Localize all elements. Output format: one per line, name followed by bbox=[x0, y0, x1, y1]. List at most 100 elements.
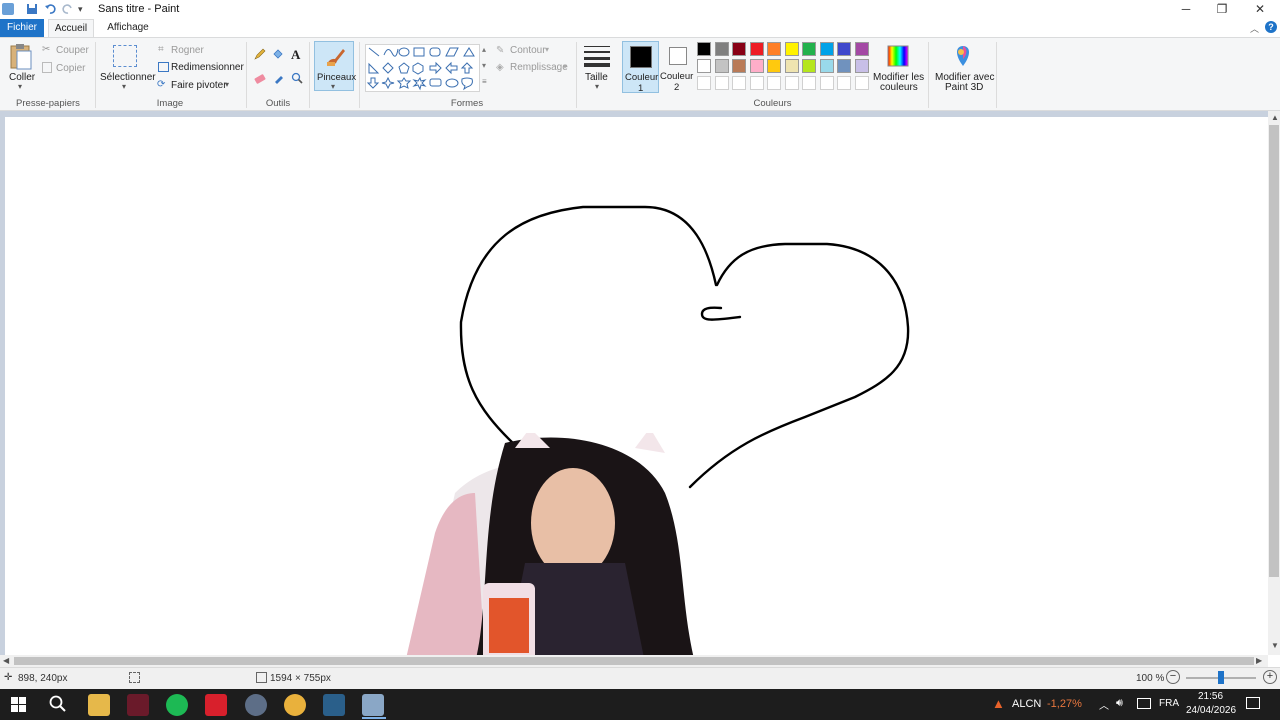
chrome-icon[interactable] bbox=[284, 694, 306, 716]
paint3d-label-2[interactable]: Paint 3D bbox=[945, 82, 983, 93]
clock-date[interactable]: 24/04/2026 bbox=[1186, 705, 1236, 716]
spotify-icon[interactable] bbox=[166, 694, 188, 716]
zoom-out-icon[interactable]: − bbox=[1166, 670, 1180, 684]
zoom-in-icon[interactable]: + bbox=[1263, 670, 1277, 684]
shapes-more-icon[interactable]: ≡ bbox=[482, 77, 487, 86]
vertical-scrollbar[interactable]: ▲ ▼ bbox=[1268, 111, 1280, 655]
pencil-icon[interactable] bbox=[254, 48, 266, 60]
scroll-right-icon[interactable]: ▶ bbox=[1256, 656, 1262, 665]
shapes-gallery[interactable] bbox=[365, 44, 480, 92]
shapes-scroll-down-icon[interactable]: ▾ bbox=[482, 61, 486, 70]
close-button[interactable]: ✕ bbox=[1242, 0, 1278, 19]
fill-button[interactable]: Remplissage bbox=[510, 62, 568, 73]
app-icon-a[interactable] bbox=[205, 694, 227, 716]
color-swatch[interactable] bbox=[697, 42, 711, 56]
paste-dropdown-icon[interactable]: ▾ bbox=[18, 82, 22, 91]
fill-icon[interactable] bbox=[272, 48, 284, 60]
size-dropdown-icon[interactable]: ▾ bbox=[595, 82, 599, 91]
notifications-icon[interactable] bbox=[1246, 697, 1260, 709]
color2-button[interactable]: Couleur 2 bbox=[660, 41, 697, 93]
stock-change[interactable]: -1,27% bbox=[1047, 698, 1082, 710]
color-swatch[interactable] bbox=[784, 76, 799, 90]
text-tool-icon[interactable]: A bbox=[291, 47, 300, 63]
help-icon[interactable]: ? bbox=[1265, 21, 1277, 33]
app-icon-g[interactable] bbox=[245, 694, 267, 716]
customize-qat-icon[interactable]: ▾ bbox=[78, 4, 90, 16]
save-icon[interactable] bbox=[26, 3, 38, 15]
color-swatch[interactable] bbox=[767, 59, 781, 73]
color-swatch[interactable] bbox=[837, 76, 851, 90]
copy-button[interactable]: Copier bbox=[56, 63, 85, 74]
edit-colors-label-2[interactable]: couleurs bbox=[880, 82, 918, 93]
select-button[interactable]: Sélectionner bbox=[100, 72, 156, 83]
restore-button[interactable]: ❐ bbox=[1204, 0, 1240, 19]
drawing-canvas[interactable] bbox=[5, 117, 1268, 663]
paste-button[interactable]: Coller bbox=[9, 72, 35, 83]
color-swatch[interactable] bbox=[714, 42, 729, 56]
color-swatch[interactable] bbox=[819, 42, 834, 56]
rotate-dropdown-icon[interactable]: ▾ bbox=[225, 80, 229, 89]
color-swatch[interactable] bbox=[854, 76, 869, 90]
color-swatch[interactable] bbox=[732, 76, 746, 90]
color-swatch[interactable] bbox=[854, 42, 869, 56]
color-swatch[interactable] bbox=[767, 76, 781, 90]
cut-button[interactable]: Couper bbox=[56, 45, 89, 56]
color-swatch[interactable] bbox=[802, 76, 816, 90]
collapse-ribbon-icon[interactable]: ︿ bbox=[1250, 22, 1259, 35]
eraser-icon[interactable] bbox=[254, 72, 266, 84]
paint-app-icon[interactable] bbox=[2, 3, 14, 15]
scroll-down-icon[interactable]: ▼ bbox=[1271, 641, 1279, 650]
paint-taskbar-icon[interactable] bbox=[362, 694, 384, 716]
windows-start-icon[interactable] bbox=[11, 697, 26, 712]
network-icon[interactable] bbox=[1137, 698, 1151, 709]
scroll-up-icon[interactable]: ▲ bbox=[1271, 113, 1279, 122]
zoom-slider-thumb[interactable] bbox=[1218, 671, 1224, 684]
color-swatch[interactable] bbox=[819, 59, 834, 73]
color-swatch[interactable] bbox=[697, 76, 711, 90]
horizontal-scrollbar[interactable]: ◀ ▶ bbox=[0, 655, 1268, 667]
steam-icon[interactable] bbox=[323, 694, 345, 716]
color1-button[interactable]: Couleur 1 bbox=[622, 41, 659, 94]
outline-dropdown-icon[interactable]: ▾ bbox=[545, 45, 549, 54]
select-dropdown-icon[interactable]: ▾ bbox=[122, 82, 126, 91]
scroll-left-icon[interactable]: ◀ bbox=[3, 656, 9, 665]
color-swatch[interactable] bbox=[749, 59, 764, 73]
clock-time[interactable]: 21:56 bbox=[1198, 691, 1223, 702]
crop-button[interactable]: Rogner bbox=[171, 45, 204, 56]
resize-button[interactable]: Redimensionner bbox=[171, 62, 244, 73]
show-hidden-icons[interactable]: ︿ bbox=[1099, 697, 1109, 712]
color-swatch[interactable] bbox=[802, 42, 816, 56]
color-swatch[interactable] bbox=[784, 42, 799, 56]
volume-icon[interactable]: 🔊︎ bbox=[1116, 697, 1123, 710]
app-icon-v[interactable] bbox=[127, 694, 149, 716]
brushes-button[interactable]: Pinceaux ▾ bbox=[314, 41, 356, 91]
file-explorer-icon[interactable] bbox=[88, 694, 110, 716]
tab-view[interactable]: Affichage bbox=[100, 19, 156, 37]
size-icon[interactable] bbox=[584, 45, 610, 67]
select-icon[interactable] bbox=[113, 45, 137, 67]
paste-icon[interactable] bbox=[8, 42, 34, 72]
color-swatch[interactable] bbox=[714, 76, 729, 90]
undo-icon[interactable] bbox=[44, 3, 56, 15]
color-swatch[interactable] bbox=[837, 59, 851, 73]
rotate-button[interactable]: Faire pivoter bbox=[171, 80, 227, 91]
outline-button[interactable]: Contour bbox=[510, 45, 546, 56]
color-swatch[interactable] bbox=[732, 42, 746, 56]
color-swatch[interactable] bbox=[749, 76, 764, 90]
stock-name[interactable]: ALCN bbox=[1012, 698, 1041, 710]
color-swatch[interactable] bbox=[819, 76, 834, 90]
color-picker-icon[interactable] bbox=[273, 72, 285, 84]
vertical-scroll-thumb[interactable] bbox=[1269, 125, 1279, 577]
color-swatch[interactable] bbox=[749, 42, 764, 56]
tab-home[interactable]: Accueil bbox=[48, 19, 94, 37]
language-indicator[interactable]: FRA bbox=[1159, 698, 1179, 709]
minimize-button[interactable]: ─ bbox=[1168, 0, 1204, 19]
color-swatch[interactable] bbox=[837, 42, 851, 56]
color-swatch[interactable] bbox=[714, 59, 729, 73]
redo-icon[interactable] bbox=[62, 3, 74, 15]
color-swatch[interactable] bbox=[767, 42, 781, 56]
color-swatch[interactable] bbox=[802, 59, 816, 73]
color-swatch[interactable] bbox=[854, 59, 869, 73]
edit-colors-icon[interactable] bbox=[886, 44, 910, 68]
color-swatch[interactable] bbox=[697, 59, 711, 73]
